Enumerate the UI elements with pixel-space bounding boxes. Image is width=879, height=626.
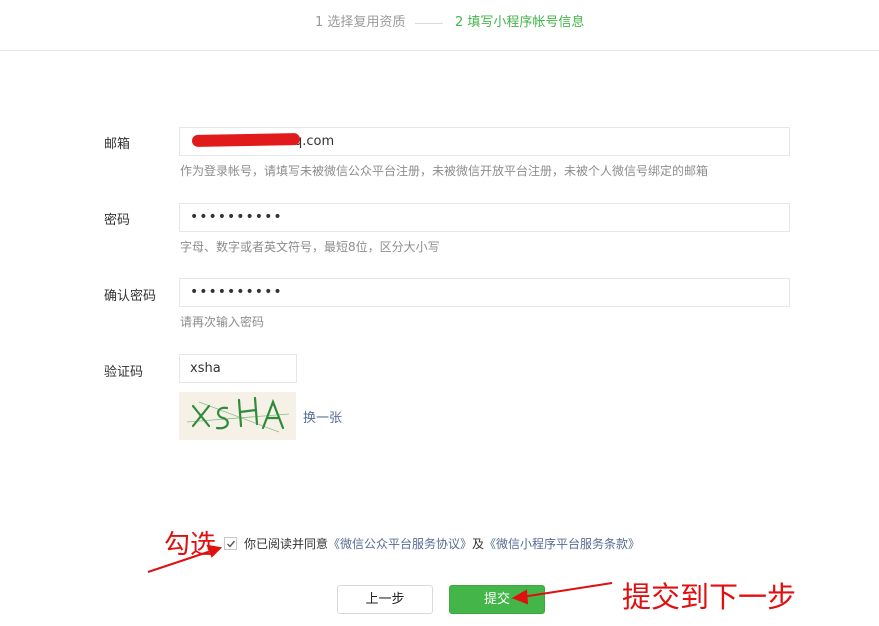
service-agreement-link[interactable]: 《微信公众平台服务协议》 (328, 537, 472, 551)
email-value-suffix: q.com (294, 134, 335, 149)
captcha-label: 验证码 (104, 365, 144, 380)
annotation-check-note: 勾选 (164, 530, 217, 560)
confirm-password-hint: 请再次输入密码 (180, 315, 265, 329)
confirm-password-field[interactable]: •••••••••• (179, 278, 790, 307)
password-label: 密码 (104, 213, 131, 228)
agreement-and: 及 (472, 537, 485, 551)
password-field[interactable]: •••••••••• (179, 203, 790, 232)
email-field[interactable]: q.com (179, 127, 790, 156)
captcha-input[interactable]: xsha (179, 354, 297, 383)
step-divider (415, 23, 443, 24)
step-indicator: 1 选择复用资质 2 填写小程序帐号信息 (0, 0, 879, 51)
agreement-text: 你已阅读并同意《微信公众平台服务协议》及《微信小程序平台服务条款》 (244, 535, 640, 552)
miniprogram-terms-link[interactable]: 《微信小程序平台服务条款》 (484, 537, 640, 551)
step-select-qualification: 1 选择复用资质 (315, 15, 406, 30)
check-icon (227, 540, 236, 548)
captcha-image (179, 392, 296, 440)
confirm-password-value: •••••••••• (190, 284, 283, 300)
previous-step-button[interactable]: 上一步 (337, 585, 433, 614)
email-label: 邮箱 (104, 137, 131, 152)
annotation-arrows (147, 544, 613, 605)
redaction-mark (191, 133, 301, 147)
password-hint: 字母、数字或者英文符号，最短8位，区分大小写 (180, 240, 440, 254)
register-page: 1 选择复用资质 2 填写小程序帐号信息 邮箱 q.com 作为登录帐号，请填写… (0, 0, 879, 626)
step-fill-account-info: 2 填写小程序帐号信息 (455, 15, 585, 30)
confirm-password-label: 确认密码 (104, 289, 157, 304)
annotation-submit-note: 提交到下一步 (622, 580, 797, 614)
password-value: •••••••••• (190, 209, 283, 225)
refresh-captcha-link[interactable]: 换一张 (303, 407, 342, 426)
submit-button[interactable]: 提交 (449, 585, 545, 614)
agreement-prefix: 你已阅读并同意 (244, 537, 329, 551)
agreement-checkbox[interactable] (224, 537, 237, 550)
email-hint: 作为登录帐号，请填写未被微信公众平台注册，未被微信开放平台注册，未被个人微信号绑… (180, 164, 709, 178)
